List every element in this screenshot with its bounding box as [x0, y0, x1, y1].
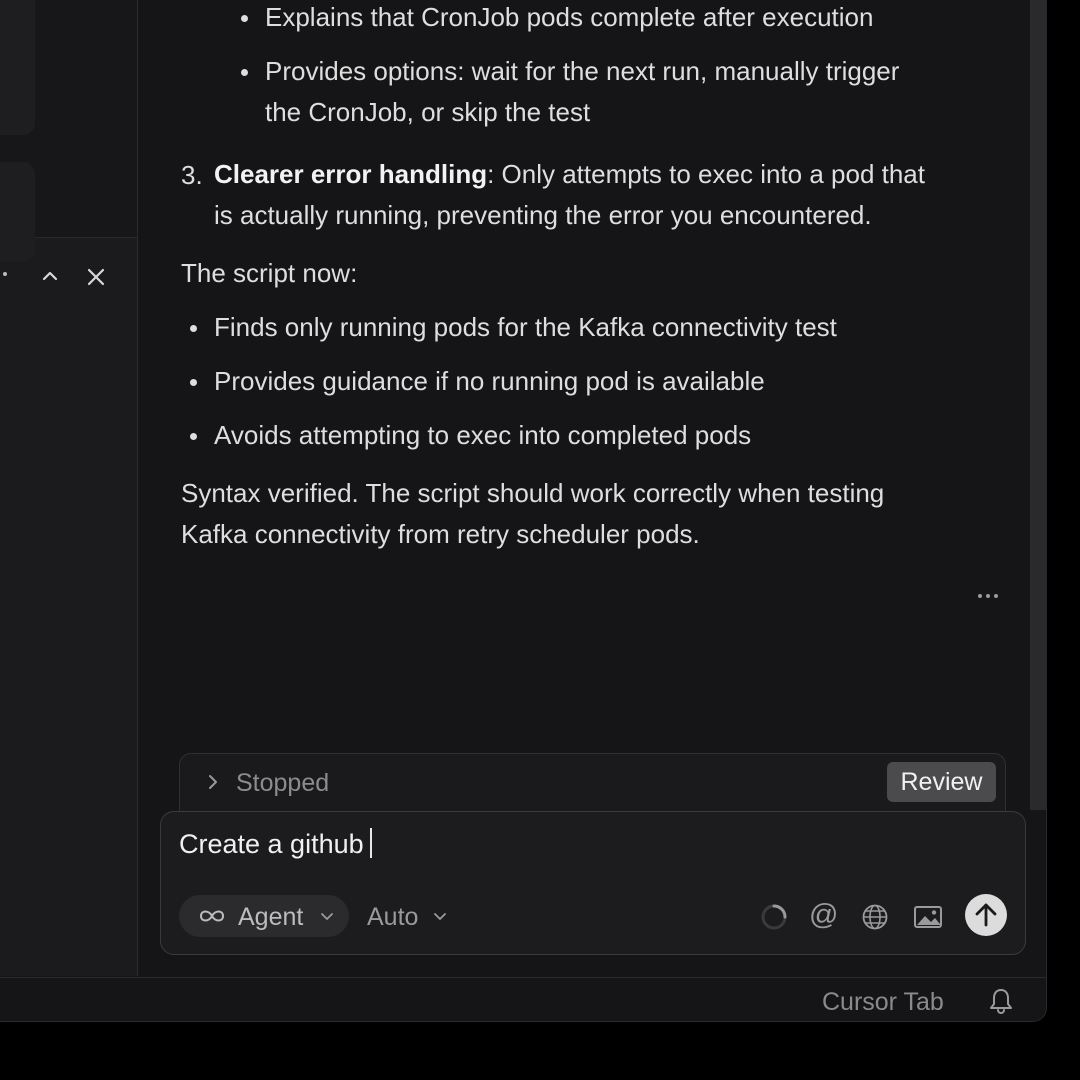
- close-icon[interactable]: [85, 266, 107, 288]
- panel-card[interactable]: [0, 0, 35, 135]
- left-panel: [0, 0, 138, 976]
- summary-bullet-text: Finds only running pods for the Kafka co…: [214, 312, 837, 342]
- numbered-item-heading: Clearer error handling: [214, 159, 488, 189]
- chevron-down-icon: [321, 913, 333, 920]
- bullet: [190, 433, 197, 440]
- closing-text: Syntax verified. The script should work …: [181, 478, 885, 508]
- composer: Create a github Agent Auto @: [160, 811, 1026, 955]
- more-dot-icon[interactable]: [3, 272, 7, 276]
- image-icon[interactable]: [913, 905, 943, 929]
- panel-card[interactable]: [0, 162, 35, 262]
- chevron-right-icon[interactable]: [205, 772, 221, 792]
- text-caret: [369, 828, 372, 858]
- mode-label: Agent: [238, 903, 304, 931]
- review-button[interactable]: Review: [887, 762, 996, 802]
- list-number: 3.: [181, 160, 203, 190]
- numbered-item-text: is actually running, preventing the erro…: [214, 200, 872, 230]
- at-icon[interactable]: @: [809, 899, 838, 932]
- model-selector[interactable]: Auto: [367, 903, 418, 932]
- arrow-up-icon: [975, 903, 997, 927]
- app-window: Explains that CronJob pods complete afte…: [0, 0, 1047, 1022]
- chevron-down-icon[interactable]: [432, 908, 448, 924]
- numbered-item-text: Clearer error handling: Only attempts to…: [214, 154, 925, 195]
- mode-selector[interactable]: Agent: [179, 895, 349, 937]
- closing-text: Kafka connectivity from retry scheduler …: [181, 519, 700, 549]
- summary-bullet-text: Avoids attempting to exec into completed…: [214, 420, 752, 450]
- spinner-icon: [761, 904, 787, 930]
- infinity-icon: [199, 910, 225, 922]
- summary-bullet-text: Provides guidance if no running pod is a…: [214, 366, 765, 396]
- chat-input-value: Create a github: [179, 829, 364, 859]
- summary-intro: The script now:: [181, 258, 358, 288]
- bullet: [190, 325, 197, 332]
- cursor-tab-status[interactable]: Cursor Tab: [822, 988, 944, 1017]
- scrollbar[interactable]: [1030, 0, 1046, 810]
- globe-icon[interactable]: [861, 903, 889, 931]
- panel-toolbar: [0, 258, 137, 292]
- numbered-item-rest: : Only attempts to exec into a pod that: [487, 159, 925, 189]
- bullet: [190, 379, 197, 386]
- sub-bullet-text: Provides options: wait for the next run,…: [265, 56, 900, 86]
- chat-input[interactable]: Create a github: [179, 828, 372, 860]
- send-button[interactable]: [965, 894, 1007, 936]
- left-panel-top: [0, 0, 137, 262]
- chevron-up-icon[interactable]: [40, 266, 60, 286]
- stopped-label: Stopped: [236, 769, 330, 797]
- bullet: [241, 15, 248, 22]
- bell-icon[interactable]: [988, 987, 1014, 1015]
- status-bar: Cursor Tab: [0, 977, 1046, 1021]
- sub-bullet-text: the CronJob, or skip the test: [265, 97, 591, 127]
- bullet: [241, 69, 248, 76]
- more-icon[interactable]: [976, 586, 1000, 606]
- sub-bullet-text: Explains that CronJob pods complete afte…: [265, 2, 874, 32]
